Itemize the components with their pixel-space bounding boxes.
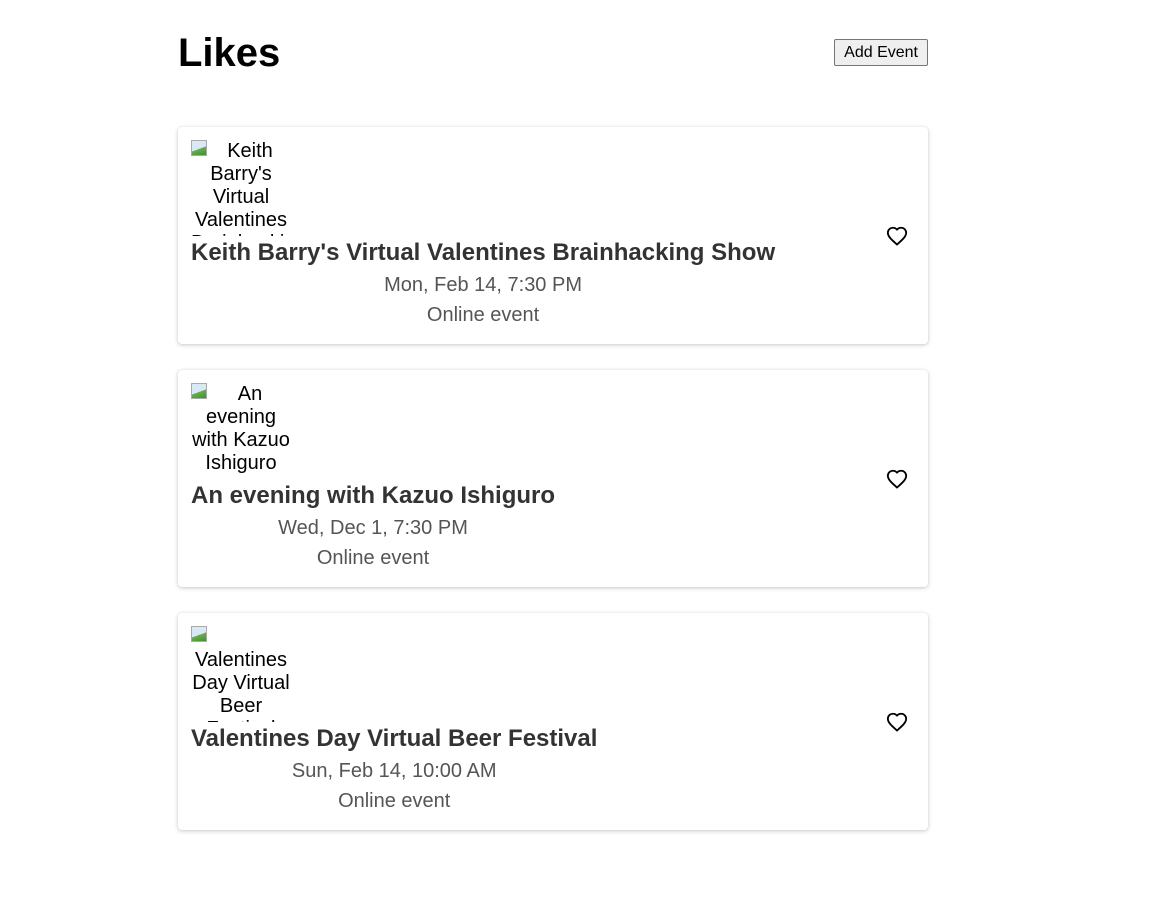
heart-outline-icon [886, 712, 908, 732]
like-button[interactable] [886, 225, 908, 247]
event-location: Online event [316, 547, 430, 569]
event-title[interactable]: Valentines Day Virtual Beer Festival [191, 722, 597, 756]
event-title[interactable]: An evening with Kazuo Ishiguro [191, 479, 555, 513]
event-info: Keith Barry's Virtual Valentines Brainha… [191, 236, 775, 330]
event-image[interactable]: Valentines Day Virtual Beer Festival [191, 626, 291, 722]
event-info: Valentines Day Virtual Beer Festival Sun… [191, 722, 597, 816]
event-card[interactable]: Valentines Day Virtual Beer Festival Val… [178, 613, 928, 830]
event-info: An evening with Kazuo Ishiguro Wed, Dec … [191, 479, 555, 573]
heart-outline-icon [886, 469, 908, 489]
like-button[interactable] [886, 468, 908, 490]
event-card[interactable]: An evening with Kazuo Ishiguro An evenin… [178, 370, 928, 587]
broken-image-icon [191, 140, 207, 156]
page-title: Likes [178, 31, 281, 75]
event-list: Keith Barry's Virtual Valentines Brainha… [178, 127, 928, 856]
event-card[interactable]: Keith Barry's Virtual Valentines Brainha… [178, 127, 928, 344]
add-event-button[interactable]: Add Event [834, 39, 928, 66]
event-title[interactable]: Keith Barry's Virtual Valentines Brainha… [191, 236, 775, 270]
page-header: Likes Add Event [178, 0, 928, 100]
likes-page: Likes Add Event Keith Barry's Virtual Va… [178, 0, 928, 830]
broken-image-icon [191, 626, 207, 642]
event-date: Mon, Feb 14, 7:30 PM [384, 274, 582, 296]
event-image[interactable]: Keith Barry's Virtual Valentines Brainha… [191, 140, 291, 236]
like-button[interactable] [886, 711, 908, 733]
event-location: Online event [426, 304, 540, 326]
event-image[interactable]: An evening with Kazuo Ishiguro [191, 383, 291, 479]
event-location: Online event [338, 790, 451, 812]
heart-outline-icon [886, 226, 908, 246]
event-date: Wed, Dec 1, 7:30 PM [278, 517, 468, 539]
broken-image-icon [191, 383, 207, 399]
event-date: Sun, Feb 14, 10:00 AM [291, 760, 497, 782]
